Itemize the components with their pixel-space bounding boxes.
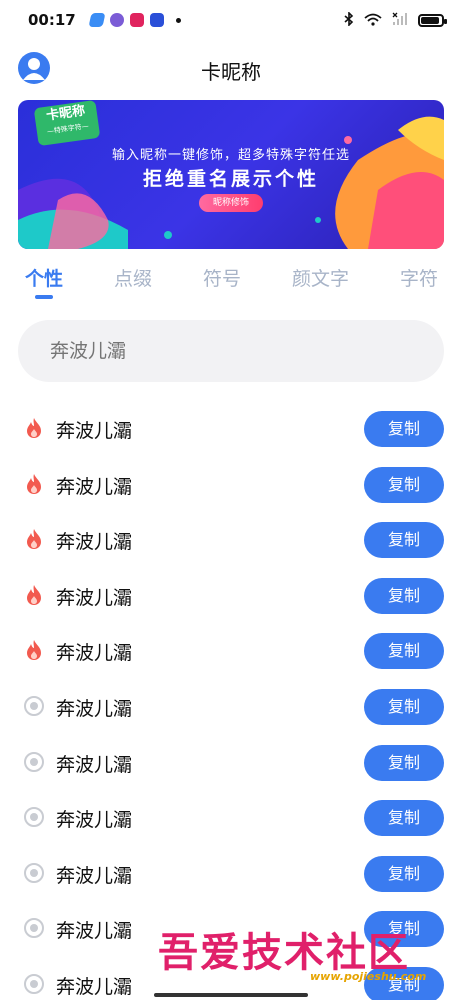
copy-button[interactable]: 复制 (364, 744, 444, 781)
app-c-icon (129, 13, 144, 27)
fire-icon (23, 528, 45, 550)
list-item: 奔波儿灞 复制 (0, 737, 462, 793)
banner-subheading: 输入昵称一键修饰，超多特殊字符任选 (111, 148, 350, 163)
list-item: 奔波儿灞 复制 (0, 681, 462, 737)
banner-button[interactable]: 昵称修饰 (199, 194, 263, 212)
list-item: 奔波儿灞 复制 (0, 514, 462, 570)
copy-button[interactable]: 复制 (364, 800, 444, 837)
copy-button[interactable]: 复制 (364, 633, 444, 670)
copy-button[interactable]: 复制 (364, 522, 444, 559)
status-bar: 00:17 (0, 0, 462, 40)
status-right (344, 10, 447, 30)
radio-dot-icon (23, 751, 45, 773)
nickname-text: 奔波儿灞 (56, 698, 133, 720)
nickname-text: 奔波儿灞 (56, 864, 133, 887)
fire-icon (23, 639, 45, 661)
nickname-text: 奔波儿灞 (56, 586, 133, 609)
banner-heading: 拒绝重名展示个性 (142, 168, 319, 190)
fire-icon (23, 417, 45, 439)
nickname-text: 奔波儿灞 (56, 809, 133, 832)
page-title: 卡昵称 (201, 60, 261, 84)
status-time: 00:17 (28, 11, 76, 29)
signal-icon (392, 11, 408, 30)
app-a-icon (88, 13, 106, 27)
copy-button[interactable]: 复制 (364, 689, 444, 725)
promo-banner[interactable]: 卡昵称 —特殊字符— 输入昵称一键修饰，超多特殊字符任选 拒绝重名展示个性 昵称… (18, 100, 444, 249)
home-indicator[interactable] (154, 993, 308, 997)
bluetooth-icon (344, 10, 354, 30)
copy-button[interactable]: 复制 (364, 466, 444, 503)
category-tabs: 个性 点缀 符号 颜文字 字符 (0, 258, 462, 304)
nickname-text: 奔波儿灞 (56, 475, 133, 498)
battery-fill (421, 16, 439, 24)
list-item: 奔波儿灞 复制 (0, 625, 462, 681)
nickname-text: 奔波儿灞 (56, 976, 133, 998)
tab-dianzhui[interactable]: 点缀 (114, 264, 152, 291)
nickname-text: 奔波儿灞 (56, 531, 133, 554)
tab-gexing[interactable]: 个性 (25, 264, 63, 291)
tab-zifu[interactable]: 字符 (400, 264, 438, 291)
tab-fuhao[interactable]: 符号 (203, 264, 241, 291)
tab-indicator (35, 295, 53, 299)
nickname-text: 奔波儿灞 (56, 753, 133, 776)
radio-dot-icon (23, 973, 45, 995)
radio-dot-icon (23, 917, 45, 939)
watermark: 吾爱技术社区 www.pojieshu.com (158, 920, 458, 990)
tab-yanwenzi[interactable]: 颜文字 (292, 264, 349, 291)
app-b-icon (109, 13, 124, 27)
wifi-icon (364, 11, 382, 30)
fire-icon (23, 473, 45, 495)
nickname-input[interactable] (50, 338, 420, 364)
app-d-icon (149, 13, 164, 27)
radio-dot-icon (23, 695, 45, 717)
notification-dot-icon (175, 17, 181, 23)
list-item: 奔波儿灞 复制 (0, 459, 462, 515)
nickname-text: 奔波儿灞 (56, 420, 133, 442)
copy-button[interactable]: 复制 (364, 577, 444, 614)
search-box[interactable] (18, 320, 444, 382)
copy-button[interactable]: 复制 (364, 855, 444, 892)
list-item: 奔波儿灞 复制 (0, 792, 462, 848)
radio-dot-icon (23, 862, 45, 884)
radio-dot-icon (23, 806, 45, 828)
nickname-text: 奔波儿灞 (56, 920, 133, 943)
fire-icon (23, 584, 45, 606)
list-item: 奔波儿灞 复制 (0, 403, 462, 459)
copy-button[interactable]: 复制 (364, 411, 444, 447)
list-item: 奔波儿灞 复制 (0, 570, 462, 626)
battery-icon (418, 13, 447, 27)
watermark-url: www.pojieshu.com (310, 970, 427, 983)
list-item: 奔波儿灞 复制 (0, 848, 462, 904)
status-app-icons (88, 13, 181, 27)
app-header: 卡昵称 (0, 44, 462, 92)
nickname-text: 奔波儿灞 (56, 642, 133, 665)
